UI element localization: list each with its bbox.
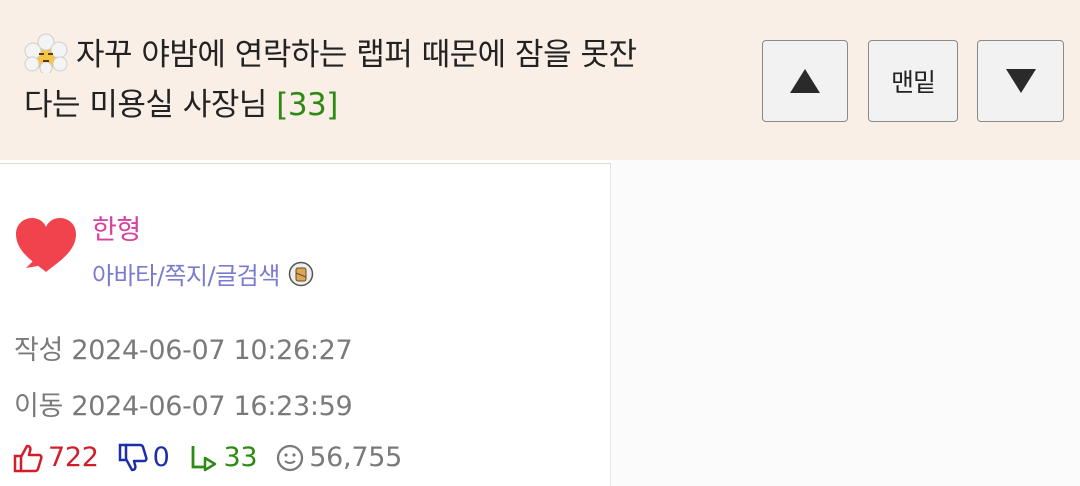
title-line-2: 다는 미용실 사장님 (24, 87, 267, 123)
triangle-down-icon (1005, 69, 1036, 93)
upvote-count: 722 (48, 442, 99, 473)
written-date: 작성 2024-06-07 10:26:27 (14, 335, 353, 366)
comment-count[interactable]: [33] (276, 87, 338, 123)
thumbs-down-icon (118, 443, 148, 471)
moved-date: 이동 2024-06-07 16:23:59 (14, 391, 353, 422)
title-line-1: 자꾸 야밤에 연락하는 랩퍼 때문에 잠을 못잔 (76, 37, 637, 73)
views-smiley-icon (277, 444, 304, 471)
downvote-count: 0 (152, 442, 170, 473)
scroll-bottom-button[interactable]: 맨밑 (868, 40, 958, 122)
heart-avatar-icon[interactable] (12, 214, 80, 278)
face-in-clouds-icon (24, 33, 68, 73)
view-count: 56,755 (309, 442, 402, 473)
author-card: 한형 아바타/쪽지/글검색 작성 2024-06-07 10:26:27 이동 … (0, 163, 611, 486)
scroll-down-button[interactable] (977, 40, 1064, 122)
author-name[interactable]: 한형 (92, 208, 141, 247)
empty-panel (612, 160, 1080, 486)
author-links[interactable]: 아바타/쪽지/글검색 (92, 256, 314, 291)
upvote-stat[interactable]: 722 (12, 442, 99, 473)
scroll-up-button[interactable] (762, 40, 848, 122)
post-title: 자꾸 야밤에 연락하는 랩퍼 때문에 잠을 못잔 다는 미용실 사장님 [33] (24, 30, 724, 130)
level-badge-icon (288, 261, 314, 286)
post-header: 자꾸 야밤에 연락하는 랩퍼 때문에 잠을 못잔 다는 미용실 사장님 [33]… (0, 0, 1080, 160)
reply-stat[interactable]: 33 (188, 442, 258, 473)
thumbs-up-icon (13, 444, 43, 472)
post-stats: 722 0 33 56,755 (12, 442, 420, 473)
reply-count: 33 (223, 442, 258, 473)
reply-arrow-icon (191, 445, 216, 471)
author-links-label[interactable]: 아바타/쪽지/글검색 (92, 256, 280, 291)
downvote-stat[interactable]: 0 (117, 442, 170, 473)
triangle-up-icon (790, 69, 820, 93)
view-stat: 56,755 (275, 442, 402, 473)
